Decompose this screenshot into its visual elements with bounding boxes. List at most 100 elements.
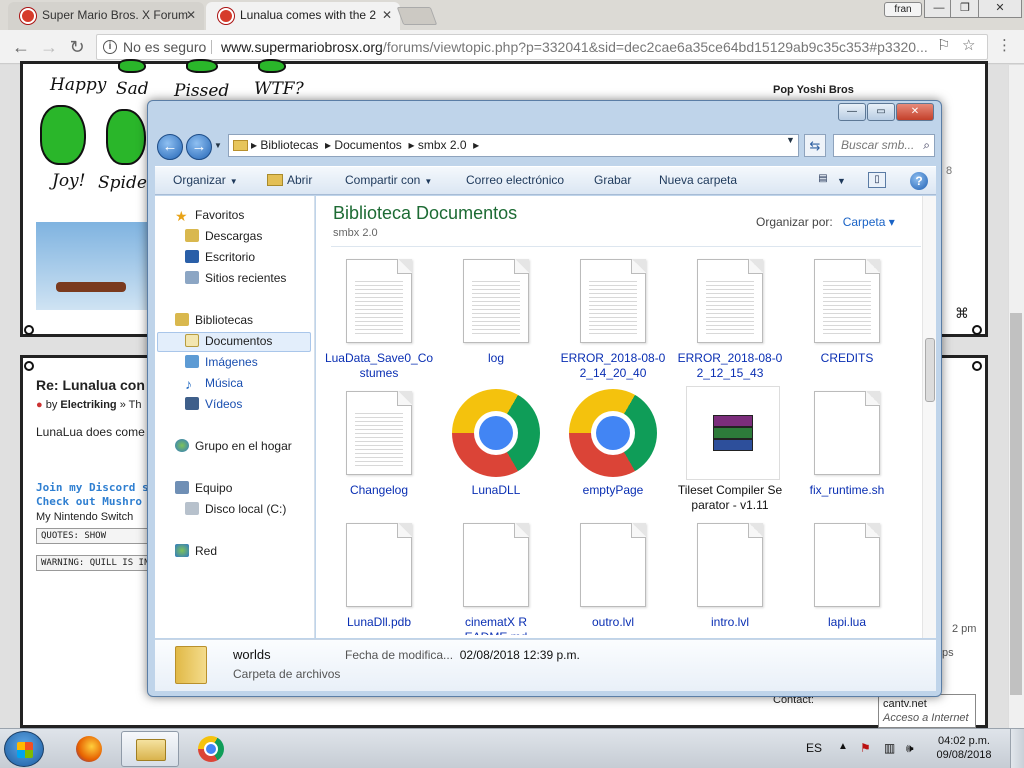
file-item[interactable]: cinematX README.md — [441, 523, 551, 635]
view-options-dropdown-icon[interactable]: ▼ — [837, 176, 846, 186]
translate-icon[interactable]: ⚐ — [937, 36, 950, 54]
file-item[interactable]: CREDITS — [792, 259, 902, 379]
email-button[interactable]: Correo electrónico — [466, 173, 564, 187]
file-item[interactable]: fix_runtime.sh — [792, 391, 902, 511]
file-item[interactable]: ERROR_2018-08-02_12_15_43 — [675, 259, 785, 380]
nav-libraries[interactable]: Bibliotecas — [175, 310, 253, 330]
explorer-maximize-button[interactable]: ▭ — [867, 103, 895, 121]
file-item[interactable]: emptyPage — [558, 387, 668, 507]
file-item[interactable]: log — [441, 259, 551, 379]
reload-icon[interactable]: ↻ — [66, 36, 88, 58]
arrange-by-dropdown[interactable]: Carpeta ▾ — [843, 215, 895, 229]
explorer-minimize-button[interactable]: — — [838, 103, 866, 121]
nav-pictures[interactable]: Imágenes — [185, 352, 258, 372]
breadcrumb-item[interactable]: smbx 2.0 — [418, 138, 467, 152]
file-item[interactable]: Changelog — [324, 391, 434, 511]
nav-favorites[interactable]: ★ Favoritos — [175, 205, 244, 225]
burn-button[interactable]: Grabar — [594, 173, 631, 187]
scrollbar-thumb[interactable] — [925, 338, 935, 402]
language-indicator[interactable]: ES — [806, 741, 822, 755]
back-arrow-icon[interactable]: ← — [10, 36, 32, 58]
preview-pane-icon[interactable]: ▯ — [868, 172, 886, 188]
file-item[interactable]: LunaDLL — [441, 387, 551, 507]
close-tab-icon[interactable]: ✕ — [382, 2, 392, 28]
homegroup-icon — [175, 439, 189, 452]
text-document-icon — [697, 259, 763, 343]
breadcrumb-item[interactable]: Documentos — [334, 138, 401, 152]
explorer-close-button[interactable]: ✕ — [896, 103, 934, 121]
organize-button[interactable]: Organizar ▼ — [173, 173, 238, 187]
help-icon[interactable]: ? — [910, 172, 928, 190]
expand-icon[interactable]: ⌘ — [955, 305, 969, 322]
file-item[interactable]: ERROR_2018-08-02_14_20_40 — [558, 259, 668, 380]
start-button[interactable] — [4, 731, 44, 767]
share-with-button[interactable]: Compartir con ▼ — [345, 173, 432, 187]
tab-smbx-forum[interactable]: Super Mario Bros. X Forum ✕ — [8, 2, 204, 30]
forward-arrow-icon[interactable]: → — [38, 36, 60, 58]
firefox-taskbar-button[interactable] — [60, 731, 118, 767]
browser-toolbar: ← → ↻ i No es seguro www.supermariobrosx… — [0, 30, 1024, 64]
nav-downloads[interactable]: Descargas — [185, 226, 262, 246]
close-window-button[interactable]: ✕ — [978, 0, 1022, 18]
file-item[interactable]: outro.lvl — [558, 523, 668, 635]
change-view-icon[interactable]: ▤ — [814, 172, 832, 188]
show-hidden-icons-icon[interactable]: ▲ — [838, 741, 848, 752]
file-item[interactable]: Tileset Compiler Separator - v1.11 — [675, 386, 785, 512]
breadcrumb-item[interactable]: Bibliotecas — [260, 138, 318, 152]
nav-recent-places[interactable]: Sitios recientes — [185, 268, 286, 288]
address-bar[interactable]: i No es seguro www.supermariobrosx.org/f… — [96, 34, 988, 60]
nav-videos[interactable]: Vídeos — [185, 394, 242, 414]
chrome-menu-icon[interactable]: ⋮ — [997, 36, 1012, 54]
nav-documents[interactable]: Documentos — [185, 331, 272, 351]
chrome-icon — [452, 389, 540, 477]
network-icon — [175, 544, 189, 557]
explorer-address-bar[interactable]: ▸ Bibliotecas ▸ Documentos ▸ smbx 2.0 ▸ — [228, 134, 799, 157]
url-path: /forums/viewtopic.php?p=332041&sid=dec2c… — [382, 39, 928, 55]
nav-network[interactable]: Red — [175, 541, 217, 561]
quotes-toggle[interactable]: QUOTES: SHOW — [36, 528, 156, 544]
volume-icon[interactable]: 🕪 — [906, 741, 914, 756]
file-item[interactable]: intro.lvl — [675, 523, 785, 635]
file-item[interactable]: lapi.lua — [792, 523, 902, 635]
author-name[interactable]: Pop Yoshi Bros — [773, 84, 854, 96]
system-clock[interactable]: 04:02 p.m. 09/08/2018 — [934, 734, 994, 762]
post-title[interactable]: Re: Lunalua con — [36, 377, 145, 393]
signature-link[interactable]: Join my Discord s — [36, 481, 149, 494]
forward-arrow-icon[interactable]: → — [186, 134, 212, 160]
nav-computer[interactable]: Equipo — [175, 478, 232, 498]
page-scrollbar-thumb[interactable] — [1010, 313, 1022, 695]
network-status-icon[interactable]: ▥ — [884, 741, 895, 755]
info-icon[interactable]: i — [103, 40, 117, 54]
restore-window-button[interactable]: ❐ — [950, 0, 980, 18]
recent-pages-dropdown-icon[interactable]: ▼ — [214, 141, 222, 150]
breadcrumb: ▸ Bibliotecas ▸ Documentos ▸ smbx 2.0 ▸ — [251, 138, 480, 152]
post-author[interactable]: Electriking — [60, 399, 116, 411]
bookmark-star-icon[interactable]: ☆ — [962, 36, 975, 54]
file-name: intro.lvl — [710, 615, 749, 629]
close-tab-icon[interactable]: ✕ — [186, 2, 196, 28]
chrome-taskbar-button[interactable] — [182, 731, 240, 767]
new-tab-button[interactable] — [396, 7, 438, 25]
file-view-scrollbar[interactable] — [922, 196, 936, 638]
refresh-icon[interactable]: ⇆ — [804, 134, 826, 157]
show-desktop-button[interactable] — [1010, 729, 1024, 768]
nav-desktop[interactable]: Escritorio — [185, 247, 255, 267]
explorer-search-input[interactable]: Buscar smb... ⌕ — [833, 134, 935, 157]
open-button[interactable]: Abrir — [267, 173, 312, 187]
new-folder-button[interactable]: Nueva carpeta — [659, 173, 737, 187]
nav-homegroup[interactable]: Grupo en el hogar — [175, 436, 292, 456]
action-center-flag-icon[interactable]: ⚑ — [860, 741, 871, 755]
nav-music[interactable]: ♪ Música — [185, 373, 243, 393]
tab-lunalua[interactable]: Lunalua comes with the 2 ✕ — [206, 2, 400, 30]
back-arrow-icon[interactable]: ← — [157, 134, 183, 160]
signature-link[interactable]: Check out Mushro — [36, 495, 142, 508]
profile-button[interactable]: fran — [884, 2, 922, 17]
address-dropdown-icon[interactable]: ▼ — [786, 135, 795, 145]
windows-taskbar: ES ▲ ⚑ ▥ 🕪 04:02 p.m. 09/08/2018 — [0, 728, 1024, 768]
nav-local-disk[interactable]: Disco local (C:) — [185, 499, 286, 519]
file-item[interactable]: LunaDll.pdb — [324, 523, 434, 635]
search-icon[interactable]: ⌕ — [923, 135, 930, 156]
explorer-taskbar-button[interactable] — [121, 731, 179, 767]
selected-item-name: worlds — [233, 647, 271, 662]
file-item[interactable]: LuaData_Save0_Costumes — [324, 259, 434, 380]
